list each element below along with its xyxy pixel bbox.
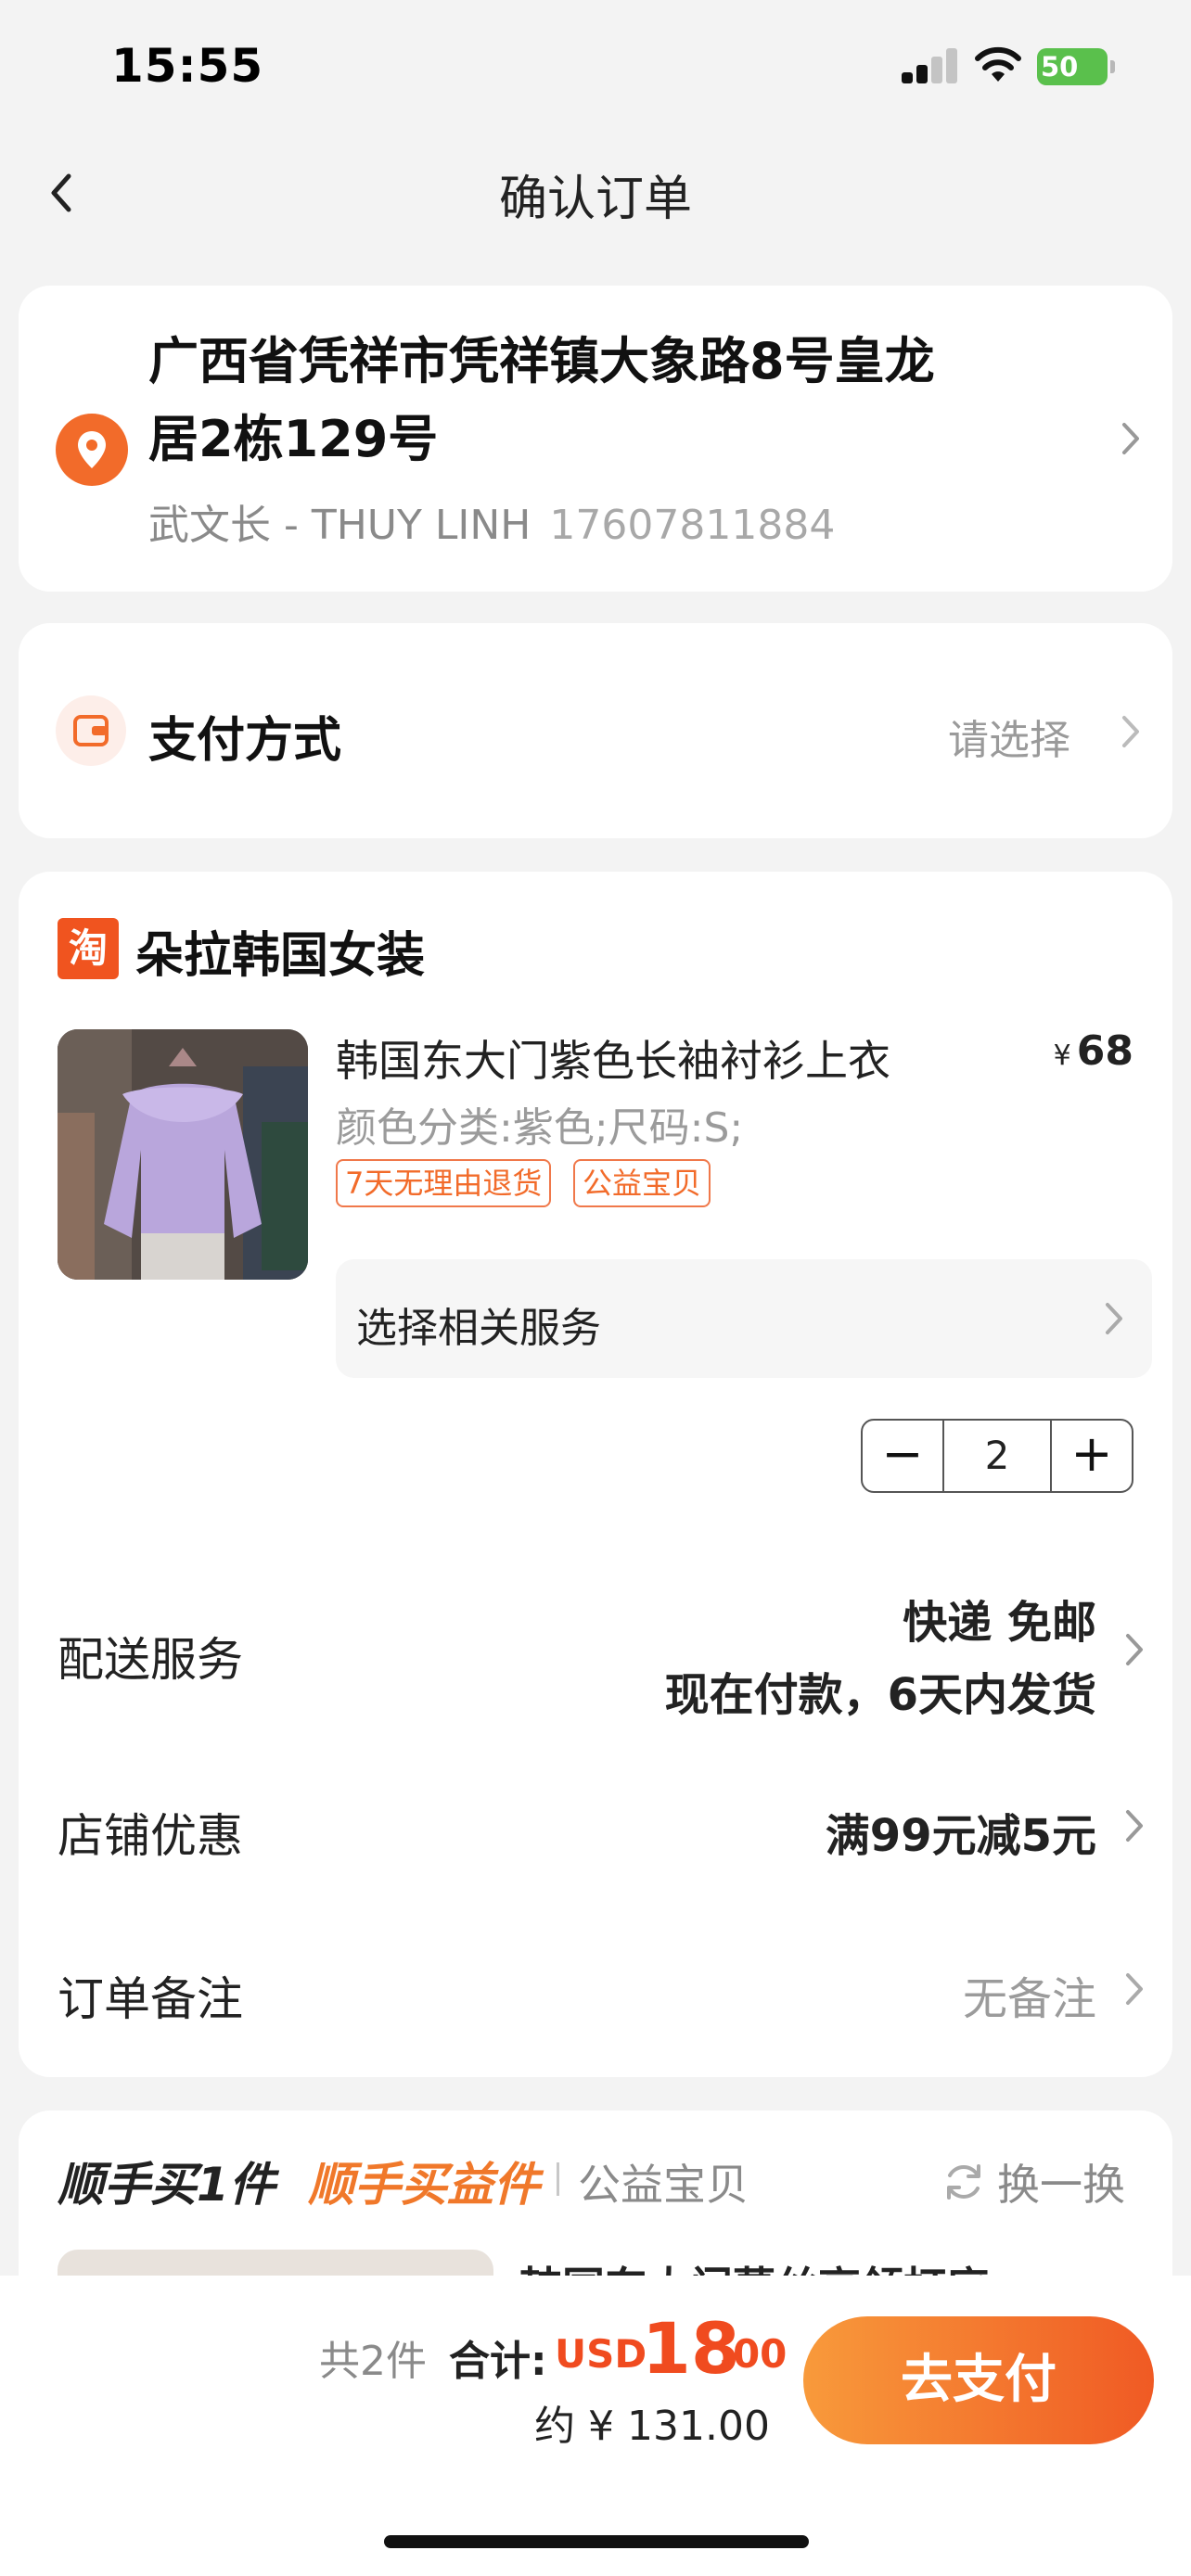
cellular-signal-icon [902,48,959,83]
approx-total: 约 ¥ 131.00 [534,2403,770,2450]
product-spec: 颜色分类:紫色;尺码:S; [336,1104,744,1152]
status-bar: 15:55 50 [0,0,1191,139]
quantity-value[interactable]: 2 [942,1421,1052,1491]
increase-quantity-button[interactable]: + [1052,1421,1132,1491]
recipient-info: 武文长 - THUY LINH 17607811884 [148,491,835,551]
page-title: 确认订单 [498,172,692,227]
wifi-icon [975,46,1021,82]
taobao-logo-icon: 淘 [58,918,119,979]
address-card[interactable]: 广西省凭祥市凭祥镇大象路8号皇龙 居2栋129号 武文长 - THUY LINH… [19,286,1172,592]
recipient-name: 武文长 - THUY LINH [148,502,531,549]
product-image[interactable] [58,1029,308,1280]
decrease-quantity-button[interactable]: − [863,1421,942,1491]
buy-along-category: 公益宝贝 [578,2160,749,2210]
buy-along-subtitle: 顺手买益件 [308,2158,540,2212]
delivery-time: 现在付款，6天内发货 [664,1669,1096,1721]
pay-button[interactable]: 去支付 [803,2316,1154,2444]
delivery-label: 配送服务 [58,1633,243,1687]
address-text: 广西省凭祥市凭祥镇大象路8号皇龙 居2栋129号 [148,323,1030,478]
product-title[interactable]: 韩国东大门紫色长袖衬衫上衣 [336,1027,890,1089]
quantity-stepper: − 2 + [861,1419,1133,1493]
battery-level: 50 [1041,51,1079,83]
chevron-right-icon [1122,716,1139,747]
delivery-method: 快递 免邮 [903,1597,1096,1649]
payment-label: 支付方式 [148,713,342,769]
buy-along-title: 顺手买1件 [58,2158,275,2212]
refresh-icon[interactable] [941,2159,987,2205]
order-card: 淘 朵拉韩国女装 韩国东大门紫色长袖衬衫上衣 ¥68 颜色分类:紫色;尺码:S;… [19,872,1172,2077]
charity-tag: 公益宝贝 [573,1159,711,1207]
price-value: 68 [1076,1027,1133,1075]
chevron-right-icon [1126,1810,1143,1842]
service-label: 选择相关服务 [356,1305,601,1352]
discount-label: 店铺优惠 [58,1809,243,1863]
total-currency: USD [555,2331,647,2377]
note-value: 无备注 [962,1973,1096,2025]
wallet-icon [56,695,126,766]
select-service-button[interactable]: 选择相关服务 [336,1259,1152,1378]
order-confirm-page: 15:55 50 确认订单 广西省凭祥市凭祥镇大象路8号皇龙 居2栋129号 武… [0,0,1191,2576]
shop-name[interactable]: 朵拉韩国女装 [135,916,425,986]
divider [557,2162,559,2196]
total-label: 合计: [449,2338,547,2385]
address-line-2: 居2栋129号 [148,410,439,468]
return-policy-tag: 7天无理由退货 [336,1159,552,1207]
refresh-button[interactable]: 换一换 [997,2151,1125,2213]
nav-bar: 确认订单 [0,139,1191,250]
discount-value: 满99元减5元 [825,1810,1096,1862]
status-time: 15:55 [111,39,264,93]
total-amount-decimal: .00 [718,2331,788,2377]
checkout-bar: 共2件 合计: USD 18 .00 约 ¥ 131.00 去支付 [0,2276,1191,2576]
chevron-right-icon [1126,1973,1143,2005]
location-pin-icon [56,414,128,486]
chevron-right-icon [1122,423,1139,454]
chevron-right-icon [1106,1303,1122,1334]
product-price: ¥68 [1054,1027,1133,1075]
recipient-phone: 17607811884 [549,502,836,549]
payment-method-card[interactable]: 支付方式 请选择 [19,623,1172,838]
item-count: 共2件 [319,2338,427,2385]
payment-value: 请选择 [948,717,1070,764]
chevron-right-icon [1126,1634,1143,1665]
price-currency: ¥ [1053,1039,1071,1072]
address-line-1: 广西省凭祥市凭祥镇大象路8号皇龙 [148,332,935,390]
home-indicator [384,2535,809,2548]
battery-icon: 50 [1037,48,1115,85]
note-label: 订单备注 [58,1972,243,2026]
